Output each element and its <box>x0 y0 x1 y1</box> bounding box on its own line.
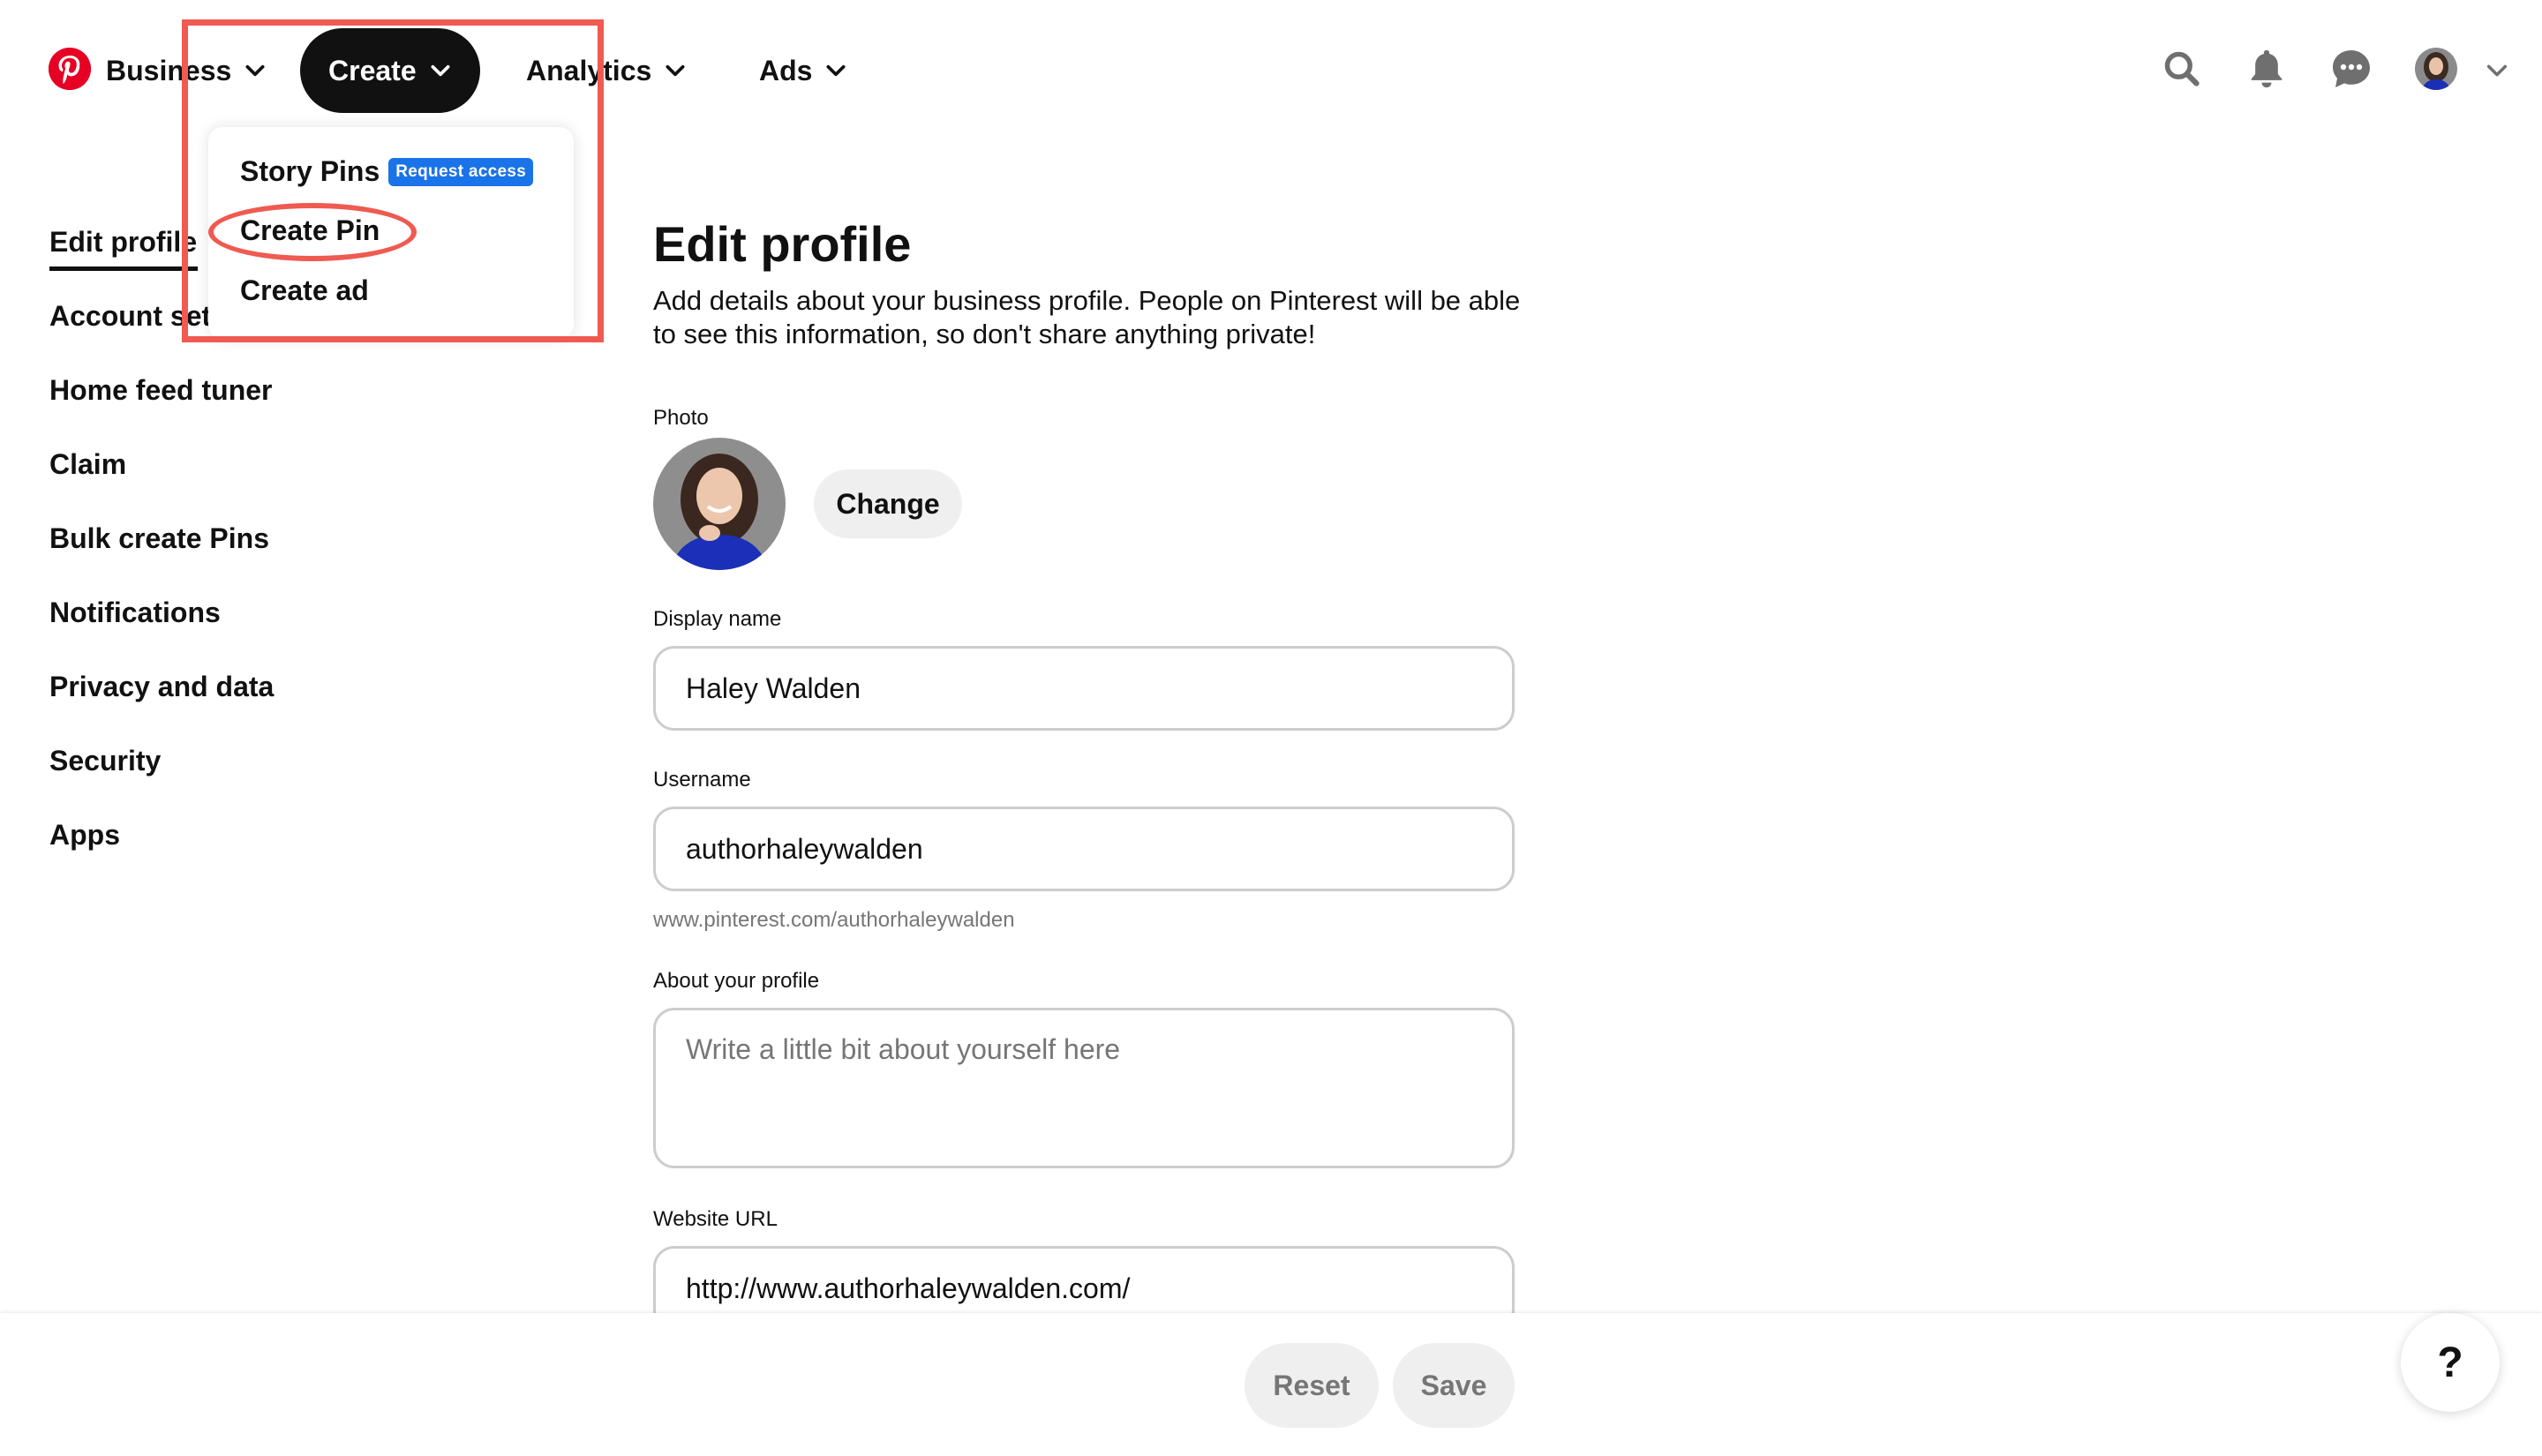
sidebar-item-notifications[interactable]: Notifications <box>49 597 221 629</box>
chevron-down-icon <box>431 64 450 77</box>
menu-item-story-pins-label: Story Pins <box>240 155 380 187</box>
page: Business Create Analytics Ads Edit profi… <box>0 0 2542 1456</box>
active-tab-underline <box>49 266 198 271</box>
request-access-badge: Request access <box>388 157 534 186</box>
change-photo-button[interactable]: Change <box>814 469 962 538</box>
nav-create-label: Create <box>328 54 417 86</box>
page-description: Add details about your business profile.… <box>653 285 1521 349</box>
save-button[interactable]: Save <box>1393 1343 1515 1428</box>
avatar[interactable] <box>2415 48 2457 90</box>
bell-icon[interactable] <box>2244 46 2290 92</box>
menu-item-create-ad[interactable]: Create ad <box>240 274 369 307</box>
menu-item-story-pins[interactable]: Story Pins Request access <box>240 155 534 188</box>
photo-label: Photo <box>653 406 709 430</box>
help-button[interactable]: ? <box>2401 1313 2500 1412</box>
chevron-down-icon[interactable] <box>2485 58 2509 83</box>
display-name-field[interactable] <box>653 646 1515 731</box>
sidebar-item-security[interactable]: Security <box>49 745 161 777</box>
nav-analytics-label: Analytics <box>526 54 652 86</box>
username-field[interactable] <box>653 807 1515 891</box>
about-label: About your profile <box>653 969 820 993</box>
menu-item-create-pin[interactable]: Create Pin <box>240 214 380 247</box>
profile-photo <box>653 438 786 570</box>
sidebar-item-bulk-create-pins[interactable]: Bulk create Pins <box>49 522 269 555</box>
sidebar-item-home-feed-tuner[interactable]: Home feed tuner <box>49 374 272 407</box>
messages-icon[interactable] <box>2328 46 2374 92</box>
chevron-down-icon <box>666 64 685 77</box>
nav-business-label: Business <box>106 54 232 86</box>
chevron-down-icon <box>826 64 846 77</box>
nav-ads-label: Ads <box>759 54 813 86</box>
sidebar-item-edit-profile[interactable]: Edit profile <box>49 226 197 259</box>
nav-create[interactable]: Create <box>300 28 480 113</box>
nav-analytics[interactable]: Analytics <box>526 28 687 113</box>
chevron-down-icon <box>245 64 265 77</box>
sidebar-item-privacy-and-data[interactable]: Privacy and data <box>49 671 274 703</box>
website-label: Website URL <box>653 1207 778 1231</box>
sidebar-item-claim[interactable]: Claim <box>49 448 126 481</box>
username-url-hint: www.pinterest.com/authorhaleywalden <box>653 908 1015 932</box>
page-title: Edit profile <box>653 216 912 272</box>
sidebar-item-account-settings[interactable]: Account set <box>49 300 211 333</box>
about-field[interactable] <box>653 1008 1515 1168</box>
search-icon[interactable] <box>2159 46 2205 92</box>
nav-business[interactable]: Business <box>106 28 267 113</box>
username-label: Username <box>653 768 751 792</box>
reset-button[interactable]: Reset <box>1245 1343 1379 1428</box>
display-name-label: Display name <box>653 607 782 631</box>
sidebar-item-apps[interactable]: Apps <box>49 819 120 852</box>
pinterest-logo-icon[interactable] <box>49 48 91 90</box>
nav-ads[interactable]: Ads <box>759 28 847 113</box>
